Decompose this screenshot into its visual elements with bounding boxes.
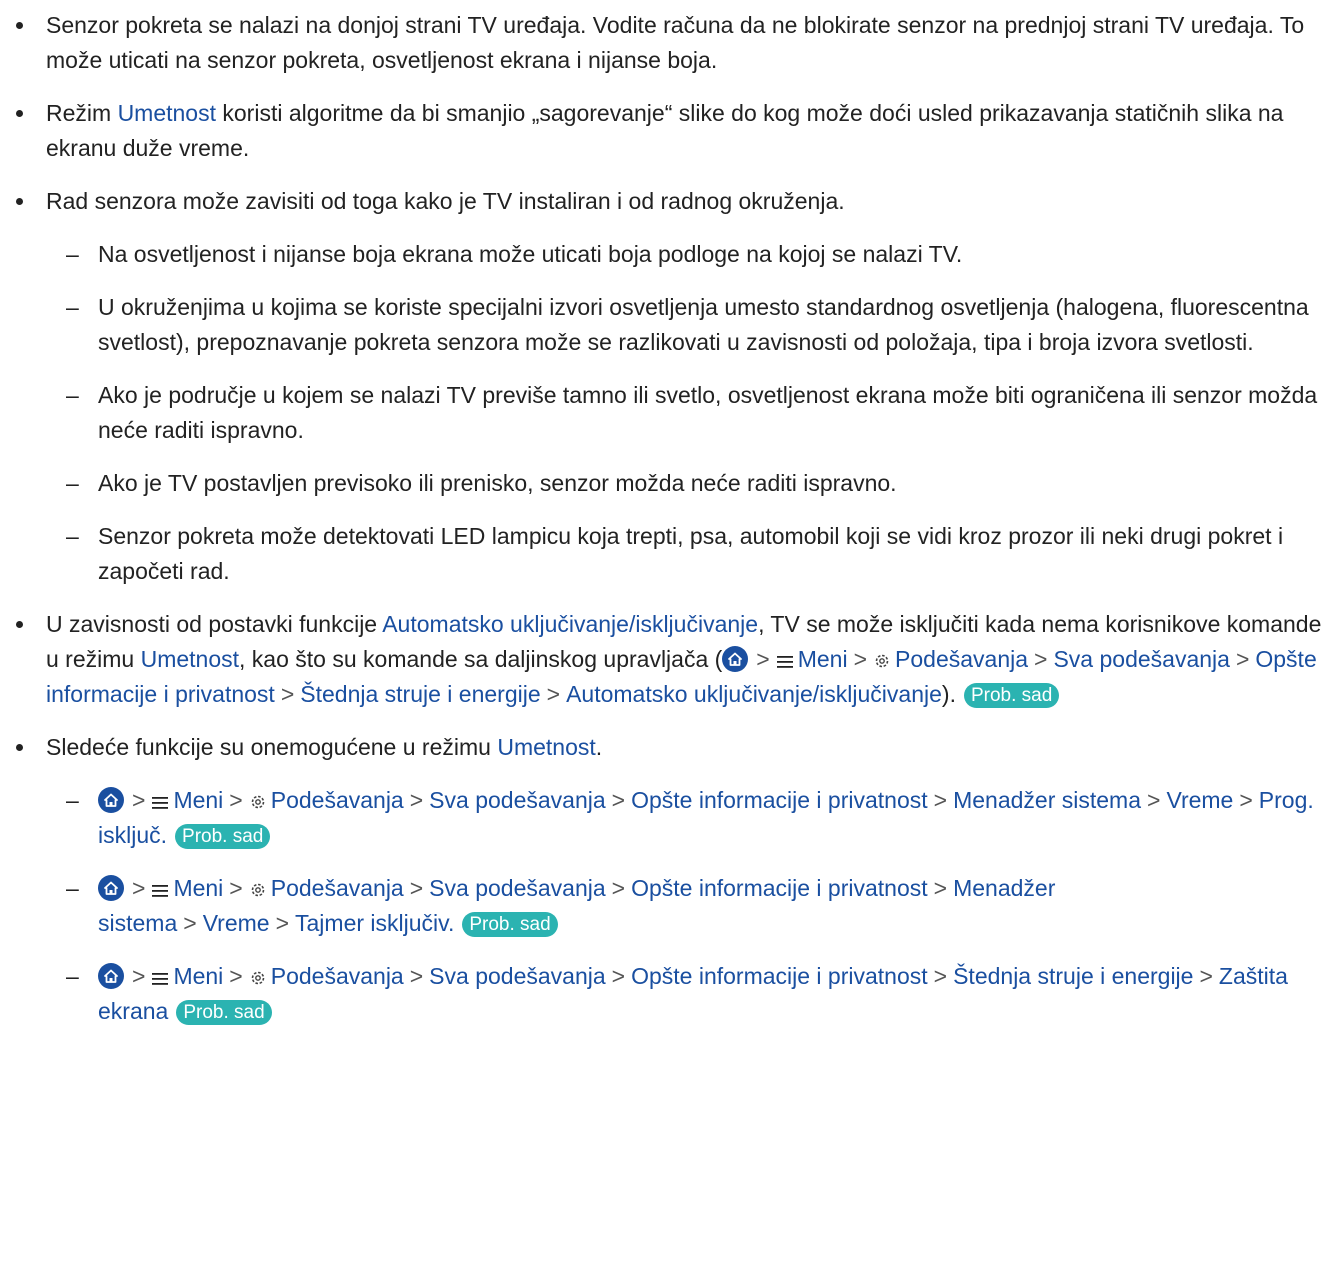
menu-icon: [152, 885, 169, 897]
bullet-sensor-operation: Rad senzora može zavisiti od toga kako j…: [10, 184, 1323, 219]
link-time[interactable]: Vreme: [203, 910, 270, 936]
gear-icon: [251, 883, 265, 897]
link-general[interactable]: Opšte informacije i privatnost: [631, 787, 928, 813]
sub-item: Ako je TV postavljen previsoko ili preni…: [10, 466, 1323, 501]
text: U zavisnosti od postavki funkcije: [46, 611, 383, 637]
link-settings[interactable]: Podešavanja: [271, 875, 404, 901]
chevron-right-icon: >: [409, 963, 424, 989]
gear-icon: [251, 795, 265, 809]
menu-icon: [776, 656, 793, 668]
bullet-auto-power-off: U zavisnosti od postavki funkcije Automa…: [10, 607, 1323, 712]
chevron-right-icon: >: [1147, 787, 1161, 813]
menu-icon: [152, 973, 169, 985]
chevron-right-icon: >: [933, 875, 948, 901]
text: , kao što su komande sa daljinskog uprav…: [239, 646, 723, 672]
chevron-right-icon: >: [275, 910, 290, 936]
try-now-button[interactable]: Prob. sad: [462, 912, 558, 937]
try-now-button[interactable]: Prob. sad: [175, 824, 271, 849]
chevron-right-icon: >: [229, 963, 243, 989]
text: Na osvetljenost i nijanse boja ekrana mo…: [98, 241, 963, 267]
sub-item-prog-off: >Meni>Podešavanja>Sva podešavanja>Opšte …: [10, 783, 1323, 853]
text: Rad senzora može zavisiti od toga kako j…: [46, 188, 845, 214]
chevron-right-icon: >: [611, 875, 626, 901]
link-all-settings[interactable]: Sva podešavanja: [429, 963, 605, 989]
home-icon[interactable]: [722, 646, 749, 672]
link-settings[interactable]: Podešavanja: [271, 963, 404, 989]
chevron-right-icon: >: [853, 646, 868, 672]
chevron-right-icon: >: [611, 787, 626, 813]
chevron-right-icon: >: [409, 787, 424, 813]
manual-page: Senzor pokreta se nalazi na donjoj stran…: [0, 0, 1339, 1029]
link-general[interactable]: Opšte informacije i privatnost: [631, 963, 928, 989]
text: U okruženjima u kojima se koriste specij…: [98, 294, 1309, 355]
bullet-art-mode-burn-in: Režim Umetnost koristi algoritme da bi s…: [10, 96, 1323, 166]
link-menu[interactable]: Meni: [173, 787, 223, 813]
text: Senzor pokreta može detektovati LED lamp…: [98, 523, 1284, 584]
sub-item: Senzor pokreta može detektovati LED lamp…: [10, 519, 1323, 589]
link-all-settings[interactable]: Sva podešavanja: [429, 787, 605, 813]
sub-item-timer-off: >Meni>Podešavanja>Sva podešavanja>Opšte …: [10, 871, 1323, 941]
link-system-manager[interactable]: Menadžer sistema: [953, 787, 1141, 813]
text: Senzor pokreta se nalazi na donjoj stran…: [46, 12, 1305, 73]
chevron-right-icon: >: [1034, 646, 1048, 672]
chevron-right-icon: >: [1235, 646, 1250, 672]
text: Sledeće funkcije su onemogućene u režimu: [46, 734, 498, 760]
text: ).: [941, 681, 956, 707]
try-now-button[interactable]: Prob. sad: [176, 1000, 272, 1025]
link-settings[interactable]: Podešavanja: [895, 646, 1028, 672]
link-energy[interactable]: Štednja struje i energije: [953, 963, 1193, 989]
text: Ako je područje u kojem se nalazi TV pre…: [98, 382, 1318, 443]
link-auto-onoff[interactable]: Automatsko uključivanje/isključivanje: [382, 611, 758, 637]
text: Ako je TV postavljen previsoko ili preni…: [98, 470, 897, 496]
sub-item: Na osvetljenost i nijanse boja ekrana mo…: [10, 237, 1323, 272]
link-menu[interactable]: Meni: [173, 963, 223, 989]
sub-item: Ako je područje u kojem se nalazi TV pre…: [10, 378, 1323, 448]
chevron-right-icon: >: [280, 681, 295, 707]
chevron-right-icon: >: [183, 910, 197, 936]
home-icon[interactable]: [98, 875, 124, 901]
link-general[interactable]: Opšte informacije i privatnost: [631, 875, 928, 901]
bullet-disabled-functions: Sledeće funkcije su onemogućene u režimu…: [10, 730, 1323, 765]
link-timer-off[interactable]: Tajmer isključiv.: [295, 910, 454, 936]
home-icon[interactable]: [98, 787, 124, 813]
chevron-right-icon: >: [611, 963, 626, 989]
sub-item-screen-saver: >Meni>Podešavanja>Sva podešavanja>Opšte …: [10, 959, 1323, 1029]
link-art-mode[interactable]: Umetnost: [497, 734, 595, 760]
try-now-button[interactable]: Prob. sad: [963, 683, 1060, 708]
link-all-settings[interactable]: Sva podešavanja: [1053, 646, 1229, 672]
chevron-right-icon: >: [409, 875, 424, 901]
sub-item: U okruženjima u kojima se koriste specij…: [10, 290, 1323, 360]
chevron-right-icon: >: [132, 875, 146, 901]
chevron-right-icon: >: [229, 875, 243, 901]
text: .: [595, 734, 603, 760]
bullet-motion-sensor: Senzor pokreta se nalazi na donjoj stran…: [10, 8, 1323, 78]
chevron-right-icon: >: [756, 646, 770, 672]
chevron-right-icon: >: [933, 963, 948, 989]
text: koristi algoritme da bi smanjio „sagorev…: [46, 100, 1284, 161]
link-menu[interactable]: Meni: [798, 646, 848, 672]
link-energy[interactable]: Štednja struje i energije: [300, 681, 540, 707]
chevron-right-icon: >: [1239, 787, 1253, 813]
link-menu[interactable]: Meni: [173, 875, 223, 901]
link-time[interactable]: Vreme: [1166, 787, 1233, 813]
gear-icon: [251, 971, 265, 985]
chevron-right-icon: >: [933, 787, 948, 813]
link-settings[interactable]: Podešavanja: [271, 787, 404, 813]
link-all-settings[interactable]: Sva podešavanja: [429, 875, 605, 901]
link-auto-onoff[interactable]: Automatsko uključivanje/isključivanje: [566, 681, 942, 707]
menu-icon: [152, 797, 169, 809]
chevron-right-icon: >: [229, 787, 243, 813]
gear-icon: [875, 654, 889, 668]
chevron-right-icon: >: [1199, 963, 1213, 989]
chevron-right-icon: >: [132, 963, 146, 989]
text: Režim: [46, 100, 118, 126]
link-art-mode[interactable]: Umetnost: [141, 646, 239, 672]
chevron-right-icon: >: [546, 681, 561, 707]
chevron-right-icon: >: [132, 787, 146, 813]
link-art-mode[interactable]: Umetnost: [118, 100, 216, 126]
home-icon[interactable]: [98, 963, 124, 989]
